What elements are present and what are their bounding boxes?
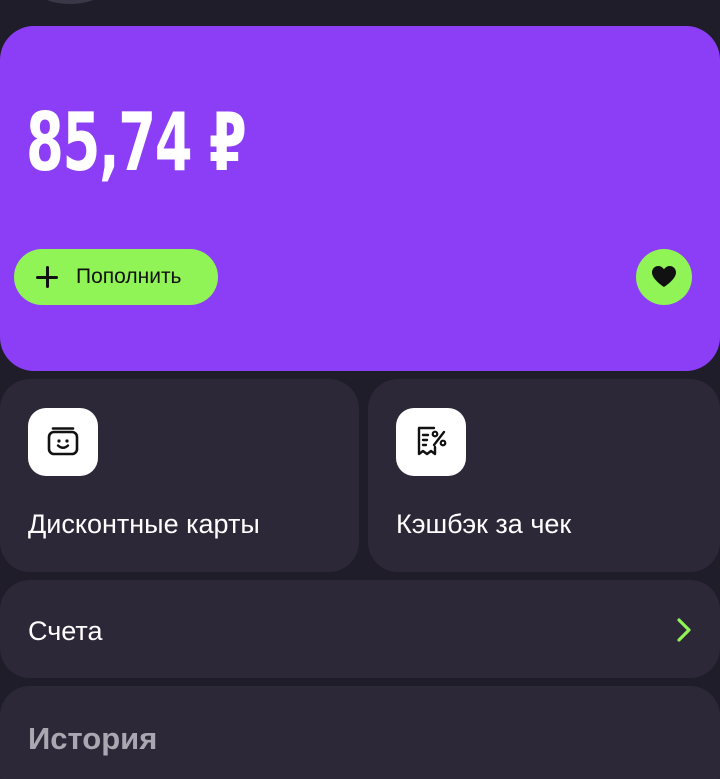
history-section: История <box>0 686 720 779</box>
wallet-screen: 85,74 ₽ Пополнить Дисконтные карты Кэшбэ… <box>0 0 720 779</box>
balance-amount: 85,74 ₽ <box>26 96 247 189</box>
topup-button-label: Пополнить <box>76 265 182 288</box>
chevron-right-icon <box>677 618 691 642</box>
history-title: История <box>28 721 158 756</box>
accounts-row[interactable]: Счета <box>0 580 720 678</box>
accounts-label: Счета <box>28 616 103 646</box>
plus-icon <box>36 266 58 288</box>
discount-cards-label: Дисконтные карты <box>28 509 260 539</box>
discount-card-icon <box>47 427 79 456</box>
receipt-percent-icon-box <box>396 408 466 476</box>
receipt-percent-icon <box>417 426 447 456</box>
discount-card-icon-box <box>28 408 98 476</box>
discount-cards-tile[interactable]: Дисконтные карты <box>0 379 359 572</box>
cashback-receipt-tile[interactable]: Кэшбэк за чек <box>368 379 720 572</box>
balance-card: 85,74 ₽ Пополнить <box>0 26 720 371</box>
favorite-button[interactable] <box>636 249 692 305</box>
cashback-receipt-label: Кэшбэк за чек <box>396 509 572 539</box>
heart-icon <box>652 266 676 287</box>
top-avatar-edge <box>40 0 100 4</box>
topup-button[interactable]: Пополнить <box>14 249 218 305</box>
